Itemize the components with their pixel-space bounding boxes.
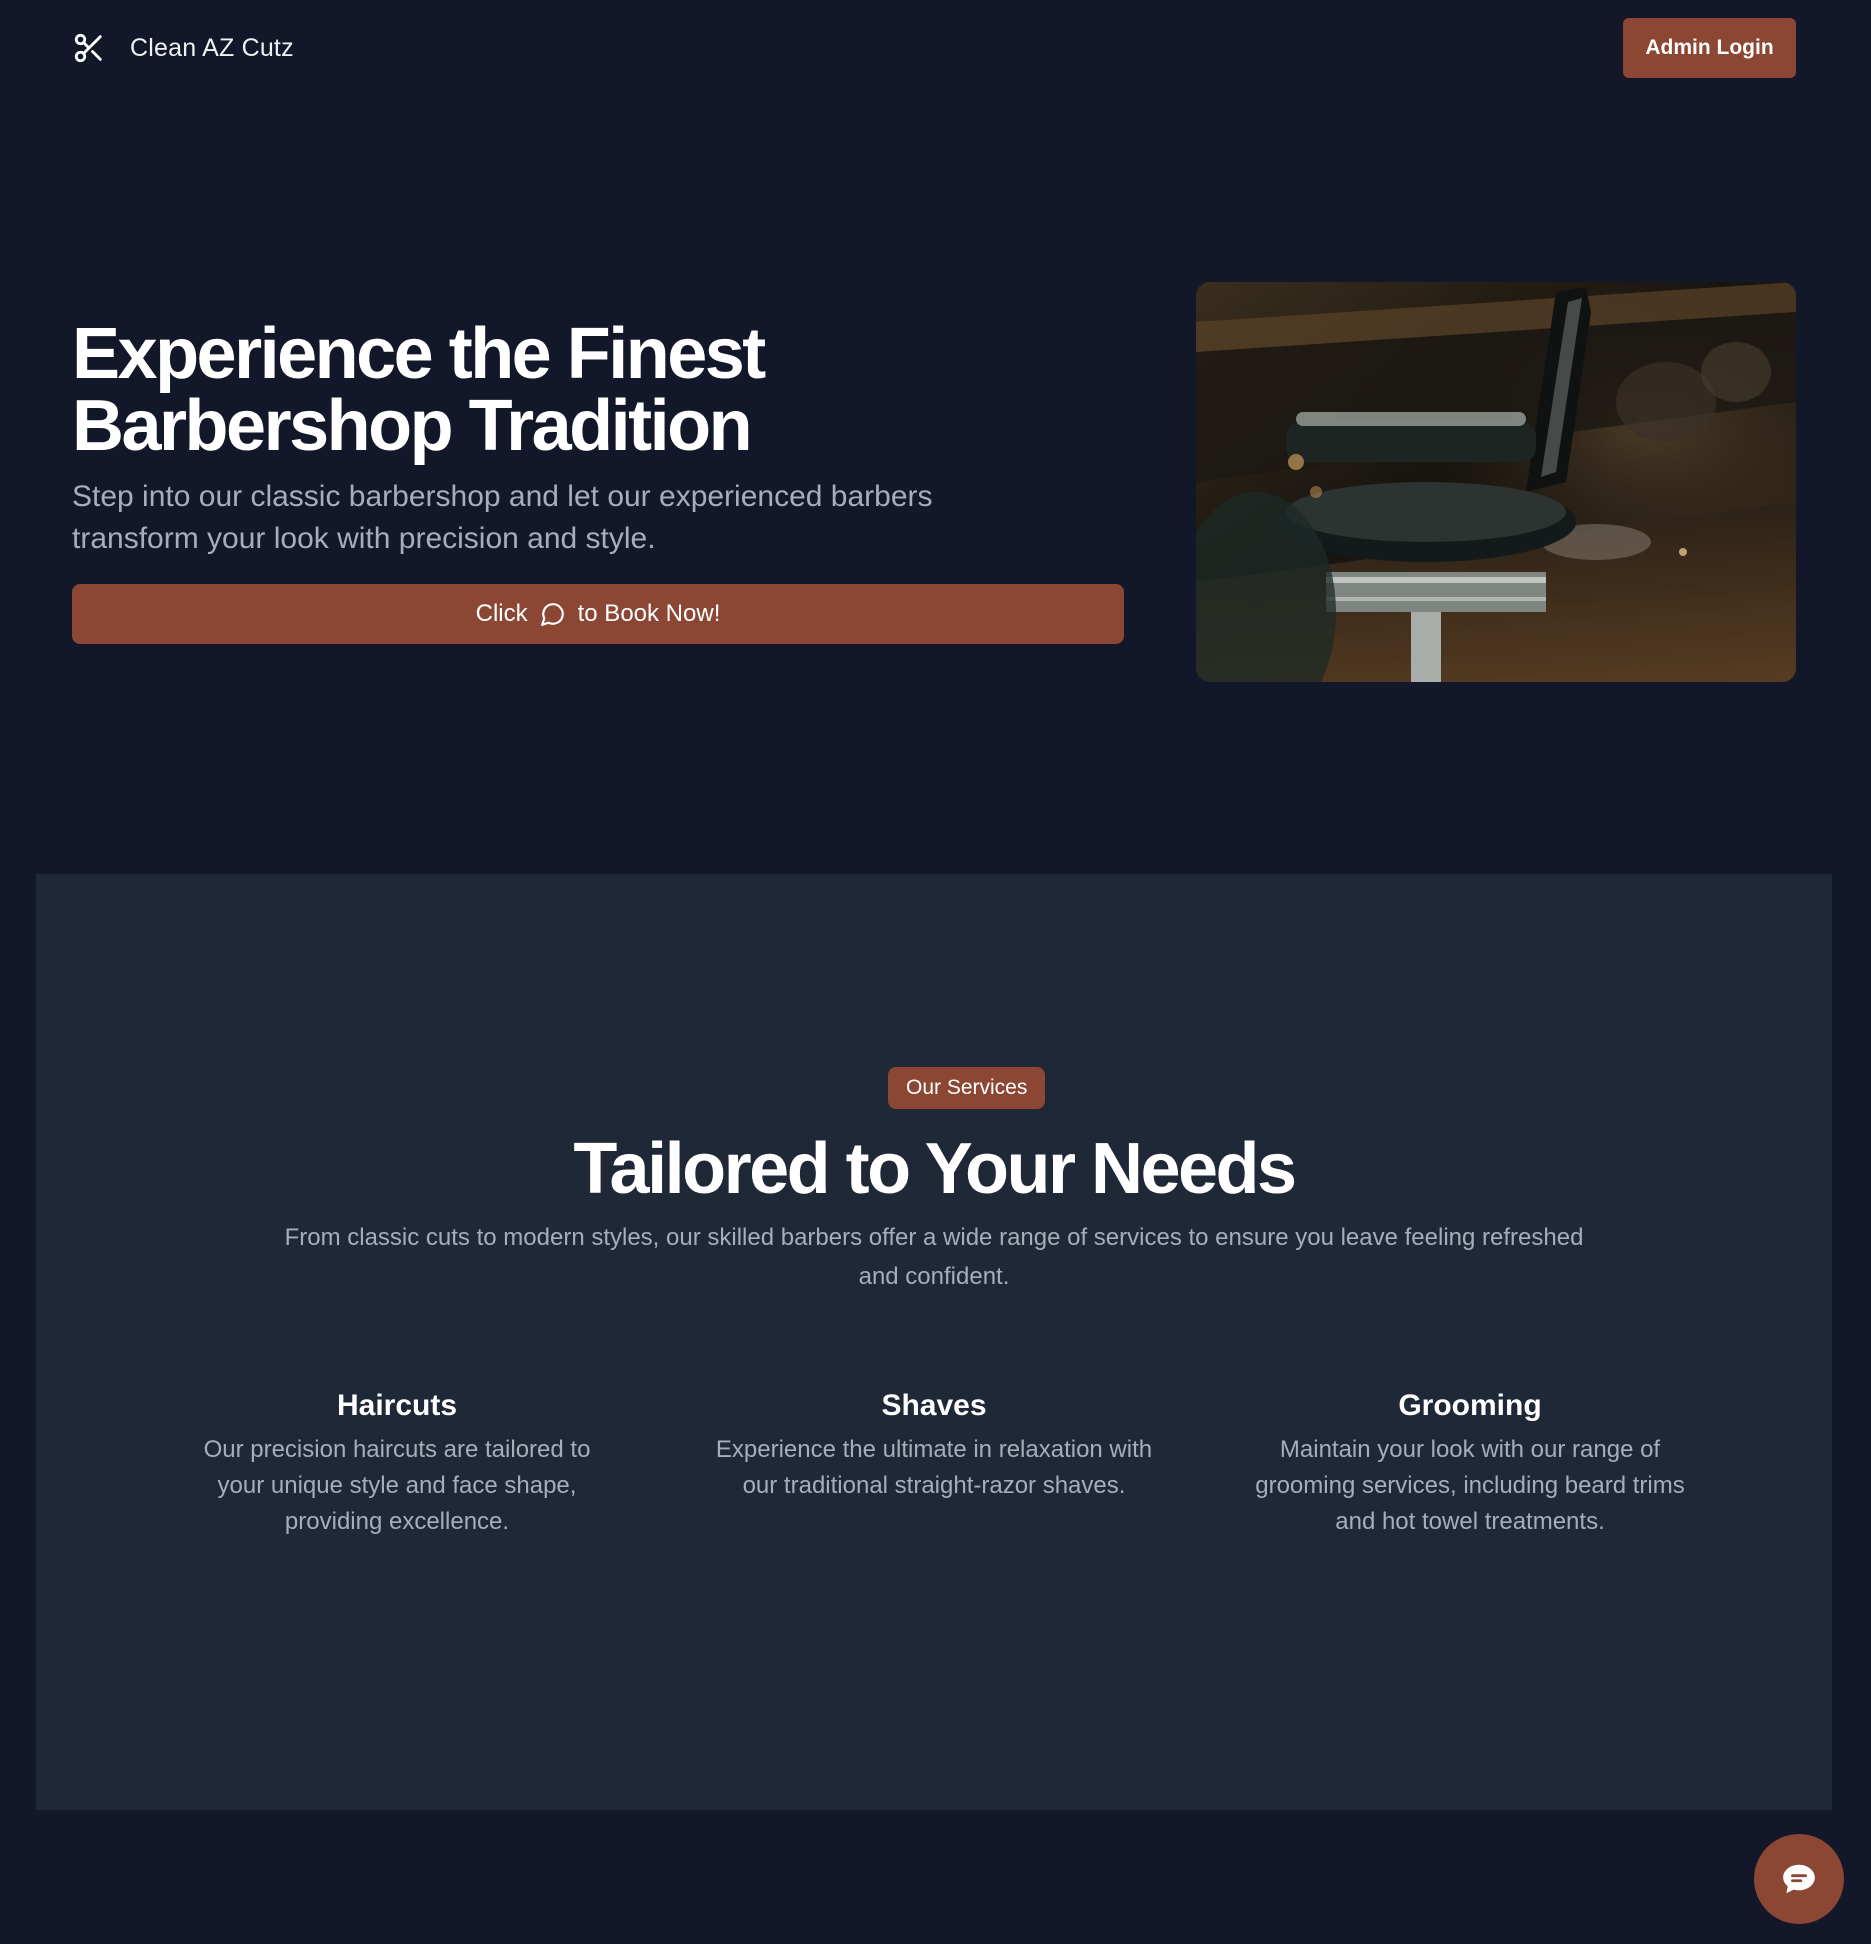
service-card-shaves: Shaves Experience the ultimate in relaxa… [694,1388,1174,1504]
hero-subtitle: Step into our classic barbershop and let… [72,480,933,555]
scissors-icon [74,33,102,63]
service-card-haircuts: Haircuts Our precision haircuts are tail… [157,1388,637,1540]
services-badge: Our Services [888,1067,1046,1109]
services-section: Our Services Tailored to Your Needs From… [36,874,1832,1810]
service-description: Maintain your look with our range of gro… [1255,1436,1685,1535]
service-card-grooming: Grooming Maintain your look with our ran… [1230,1388,1710,1540]
site-header: Clean AZ Cutz Admin Login [0,0,1871,96]
service-title: Haircuts [336,1389,458,1422]
service-title: Grooming [1398,1389,1542,1422]
chat-icon [1783,1864,1815,1894]
service-description: Experience the ultimate in relaxation wi… [715,1436,1153,1499]
service-description: Our precision haircuts are tailored to y… [203,1436,591,1535]
book-button-prefix: Click [475,600,528,627]
chat-widget-button[interactable] [1754,1834,1844,1924]
barber-chair-photo [1196,282,1796,682]
chat-bubble-icon [540,603,564,626]
services-title: Tailored to Your Needs [573,1129,1297,1209]
hero-title-line-1: Experience the Finest [72,314,766,394]
admin-login-button[interactable]: Admin Login [1623,18,1796,78]
hero-title-line-2: Barbershop Tradition [72,386,753,466]
page: Clean AZ Cutz Admin Login Experience the… [0,0,1871,1944]
book-button-suffix: to Book Now! [577,600,721,627]
book-now-button[interactable]: Click to Book Now! [72,584,1124,644]
hero-title: Experience the Finest Barbershop Traditi… [72,318,1072,462]
services-subtitle: From classic cuts to modern styles, our … [284,1224,1584,1290]
brand-link[interactable]: Clean AZ Cutz [72,30,294,66]
service-title: Shaves [881,1389,987,1422]
brand-name: Clean AZ Cutz [130,33,294,62]
